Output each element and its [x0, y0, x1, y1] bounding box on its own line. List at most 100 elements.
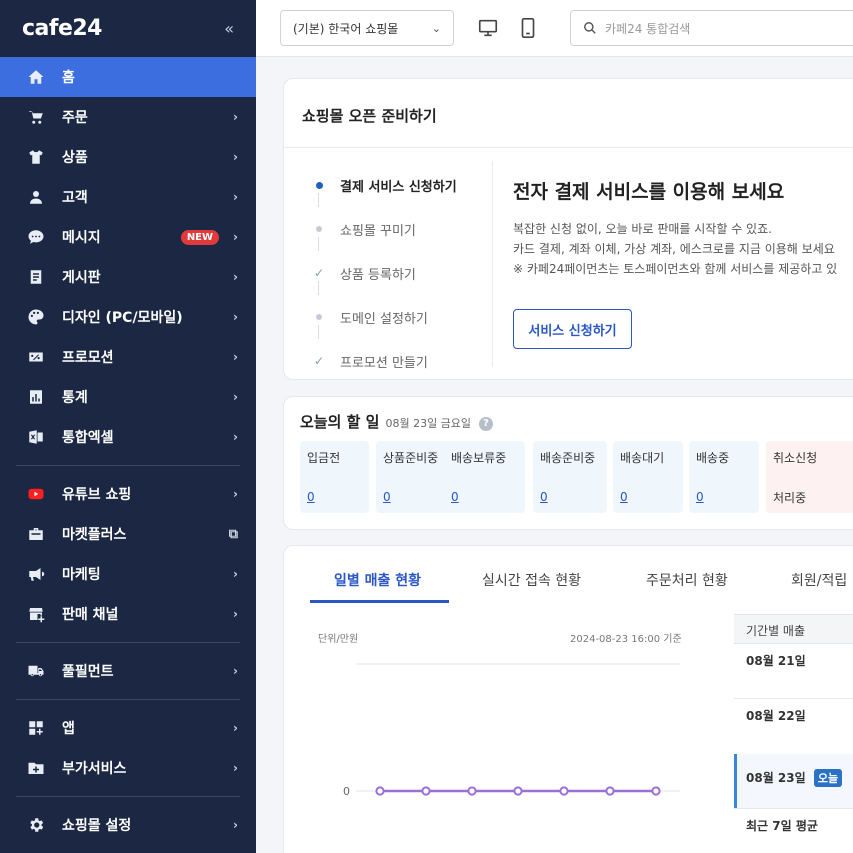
step-products[interactable]: ✓ 상품 등록하기	[312, 251, 457, 295]
chevron-right-icon: ›	[233, 818, 238, 832]
sidebar-item-fulfillment[interactable]: 풀필먼트 ›	[0, 651, 256, 691]
tile-count[interactable]: 0	[451, 490, 459, 504]
tile-group-preparing: 상품준비중 0 배송보류중 0	[376, 441, 525, 513]
sidebar-item-label: 부가서비스	[62, 761, 127, 777]
tab-order-processing[interactable]: 주문처리 현황	[646, 570, 728, 590]
tile-shipment-waiting[interactable]: 배송대기 0	[613, 441, 683, 513]
sales-tabs: 일별 매출 현황 실시간 접속 현황 주문처리 현황 회원/적립	[284, 546, 853, 603]
chevron-right-icon: ›	[233, 390, 238, 404]
chevron-right-icon: ›	[233, 190, 238, 204]
sidebar-item-promotion[interactable]: 프로모션 ›	[0, 337, 256, 377]
active-tab-indicator	[310, 600, 449, 603]
step-connector	[318, 325, 319, 339]
step-promotion[interactable]: ✓ 프로모션 만들기	[312, 339, 457, 383]
y-tick-label: 0	[343, 785, 350, 798]
sidebar-item-label: 앱	[62, 721, 75, 737]
cart-icon	[26, 107, 46, 127]
step-payment[interactable]: 결제 서비스 신청하기	[312, 163, 457, 207]
sidebar-item-excel[interactable]: 통합엑셀 ›	[0, 417, 256, 457]
tab-daily-sales[interactable]: 일별 매출 현황	[334, 570, 421, 590]
tab-members-points[interactable]: 회원/적립	[791, 570, 847, 590]
mobile-view-icon[interactable]	[517, 17, 539, 39]
apps-icon	[26, 718, 46, 738]
sidebar-item-design[interactable]: 디자인 (PC/모바일) ›	[0, 297, 256, 337]
tile-count[interactable]: 0	[696, 490, 704, 504]
market-icon	[26, 524, 46, 544]
chevron-right-icon: ›	[233, 487, 238, 501]
sidebar-item-label: 게시판	[62, 270, 101, 286]
timestamp-label: 2024-08-23 16:00 기준	[570, 634, 682, 645]
sidebar-item-customers[interactable]: 고객 ›	[0, 177, 256, 217]
chevron-right-icon: ›	[233, 110, 238, 124]
help-icon[interactable]: ?	[479, 416, 494, 431]
sidebar-item-addon-services[interactable]: 부가서비스 ›	[0, 748, 256, 788]
palette-icon	[26, 307, 46, 327]
tile-awaiting-payment[interactable]: 입금전 0	[300, 441, 369, 513]
tile-preparing-shipment[interactable]: 배송준비중 0	[533, 441, 607, 513]
unit-label: 단위/만원	[318, 634, 359, 645]
todo-date: 08월 23일 금요일	[385, 417, 472, 430]
promo-line: ※ 카페24페이먼츠는 토스페이먼츠와 함께 서비스를 제공하고 있	[513, 262, 838, 276]
promo-title: 전자 결제 서비스를 이용해 보세요	[513, 181, 785, 203]
sidebar-item-settings[interactable]: 쇼핑몰 설정 ›	[0, 805, 256, 845]
chevron-right-icon: ›	[233, 270, 238, 284]
sidebar-item-label: 메시지	[62, 230, 101, 246]
sidebar-item-label: 판매 채널	[62, 607, 119, 623]
step-label: 쇼핑몰 꾸미기	[340, 223, 416, 239]
period-row[interactable]: 08월 22일	[734, 707, 853, 724]
sidebar-item-youtube[interactable]: 유튜브 쇼핑 ›	[0, 474, 256, 514]
search-input[interactable]: 카페24 통합검색	[605, 20, 690, 37]
desktop-view-icon[interactable]	[477, 17, 499, 39]
sidebar-item-label: 홈	[62, 70, 75, 86]
sidebar-divider	[16, 465, 240, 466]
sidebar-item-products[interactable]: 상품 ›	[0, 137, 256, 177]
cafe24-logo[interactable]: cafe24	[22, 16, 103, 41]
tile-sub-label: 처리중	[773, 491, 807, 505]
period-row[interactable]: 최근 7일 평균	[734, 817, 853, 834]
truck-icon	[26, 661, 46, 681]
period-row-today[interactable]: 08월 23일 오늘	[734, 754, 853, 808]
sales-data-point	[421, 786, 431, 796]
sidebar-item-messages[interactable]: 메시지 NEW ›	[0, 217, 256, 257]
external-link-icon: ⧉	[228, 526, 238, 542]
sales-data-point	[559, 786, 569, 796]
sidebar-item-apps[interactable]: 앱 ›	[0, 708, 256, 748]
shop-select-value: (기본) 한국어 쇼핑몰	[293, 21, 399, 36]
tile-count[interactable]: 0	[620, 490, 628, 504]
step-label: 프로모션 만들기	[340, 355, 428, 371]
sidebar-item-board[interactable]: 게시판 ›	[0, 257, 256, 297]
tab-realtime-visits[interactable]: 실시간 접속 현황	[482, 570, 581, 590]
sidebar-item-label: 디자인 (PC/모바일)	[62, 310, 183, 326]
sales-data-point	[467, 786, 477, 796]
tile-count[interactable]: 0	[383, 490, 391, 504]
step-decorate[interactable]: 쇼핑몰 꾸미기	[312, 207, 457, 251]
row-divider	[734, 808, 853, 809]
tile-count[interactable]: 0	[307, 490, 315, 504]
chevron-right-icon: ›	[233, 721, 238, 735]
chevron-right-icon: ›	[233, 607, 238, 621]
apply-service-button[interactable]: 서비스 신청하기	[513, 309, 632, 349]
tile-cancel-request[interactable]: 취소신청 처리중	[766, 441, 853, 513]
sidebar-item-statistics[interactable]: 통계 ›	[0, 377, 256, 417]
sidebar-item-home[interactable]: 홈	[0, 57, 256, 97]
global-search[interactable]: 카페24 통합검색	[570, 10, 853, 46]
excel-icon	[26, 427, 46, 447]
onboarding-steps: 결제 서비스 신청하기 쇼핑몰 꾸미기 ✓ 상품 등록하기 도메인 설정하기 ✓…	[312, 163, 457, 383]
step-domain[interactable]: 도메인 설정하기	[312, 295, 457, 339]
sidebar-item-label: 풀필먼트	[62, 664, 114, 680]
sidebar-item-marketplus[interactable]: 마켓플러스 ⧉	[0, 514, 256, 554]
period-row[interactable]: 08월 21일	[734, 652, 853, 669]
sidebar-item-sales-channel[interactable]: 판매 채널 ›	[0, 594, 256, 634]
sales-data-point	[375, 786, 385, 796]
tile-label: 배송준비중	[540, 451, 596, 465]
sidebar-item-marketing[interactable]: 마케팅 ›	[0, 554, 256, 594]
tile-shipping[interactable]: 배송중 0	[689, 441, 759, 513]
tile-count[interactable]: 0	[540, 490, 548, 504]
home-icon	[26, 67, 46, 87]
sidebar-item-orders[interactable]: 주문 ›	[0, 97, 256, 137]
shop-select[interactable]: (기본) 한국어 쇼핑몰 ⌄	[280, 10, 454, 46]
chart-icon	[26, 387, 46, 407]
collapse-sidebar-icon[interactable]: «	[224, 19, 234, 38]
logo-row: cafe24 «	[0, 0, 256, 57]
period-row-label: 08월 23일	[746, 771, 806, 785]
